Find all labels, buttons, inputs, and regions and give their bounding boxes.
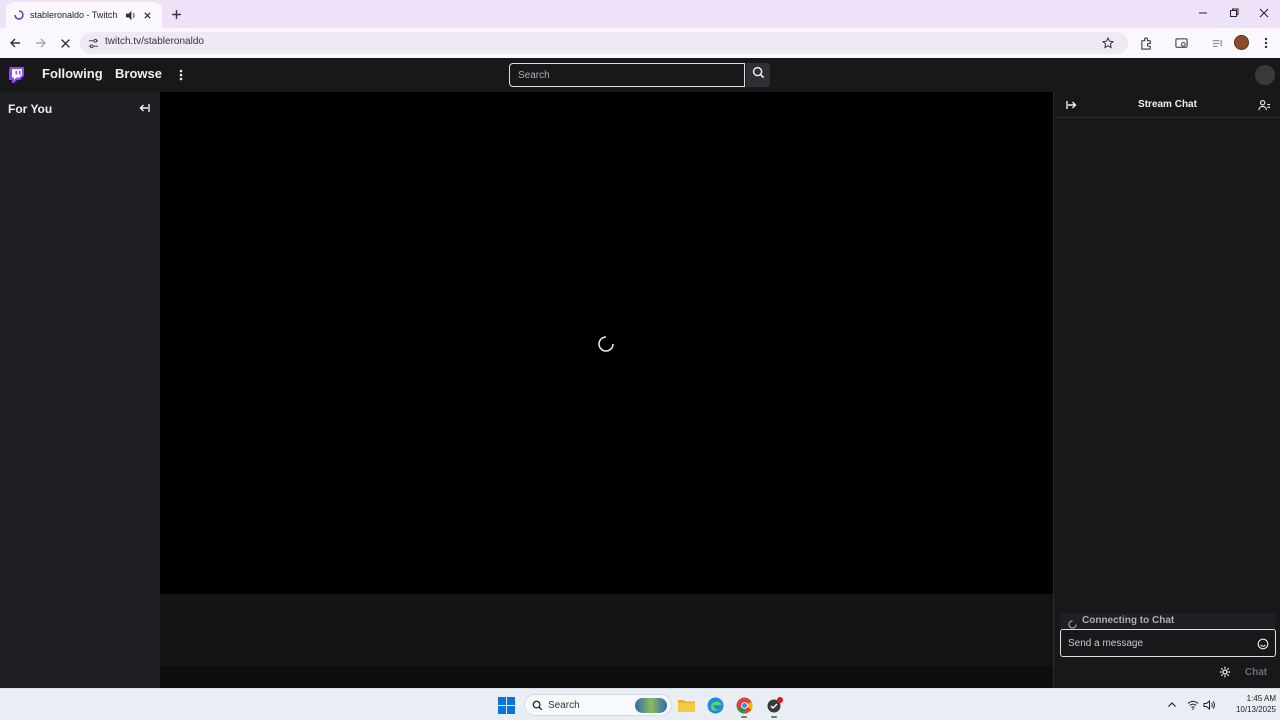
address-bar[interactable]: twitch.tv/stableronaldo bbox=[80, 32, 1128, 54]
gear-icon[interactable] bbox=[1217, 664, 1233, 680]
nav-browse[interactable]: Browse bbox=[115, 66, 162, 81]
file-explorer-icon[interactable] bbox=[676, 695, 696, 715]
browser-tab-active[interactable]: stableronaldo - Twitch bbox=[6, 2, 162, 28]
search-highlight-thumbnail bbox=[635, 698, 667, 713]
windows-taskbar: Search 1:45 AM 10/13/2025 bbox=[0, 688, 1280, 720]
chat-input-placeholder: Send a message bbox=[1068, 638, 1144, 649]
chevron-up-icon[interactable] bbox=[1165, 698, 1179, 712]
browser-toolbar: twitch.tv/stableronaldo bbox=[0, 28, 1280, 58]
url-text: twitch.tv/stableronaldo bbox=[105, 36, 204, 47]
close-window-button[interactable] bbox=[1249, 4, 1279, 22]
minimize-button[interactable] bbox=[1188, 4, 1218, 22]
search-icon bbox=[752, 66, 765, 84]
twitch-top-nav: Following Browse Search bbox=[0, 58, 1280, 92]
loading-spinner bbox=[1068, 616, 1077, 629]
app-notification-icon[interactable] bbox=[764, 695, 784, 715]
forward-button[interactable] bbox=[32, 34, 50, 52]
nav-following[interactable]: Following bbox=[42, 66, 103, 81]
collapse-left-icon[interactable] bbox=[136, 100, 152, 116]
site-info-icon[interactable] bbox=[86, 36, 100, 50]
search-placeholder: Search bbox=[518, 70, 550, 81]
twitch-logo[interactable] bbox=[8, 66, 25, 84]
new-tab-button[interactable] bbox=[168, 6, 184, 22]
search-icon bbox=[531, 699, 544, 712]
twitch-search-input[interactable]: Search bbox=[509, 63, 745, 87]
user-avatar[interactable] bbox=[1255, 65, 1275, 85]
chat-header: Stream Chat bbox=[1054, 92, 1280, 118]
chat-status-text: Connecting to Chat bbox=[1082, 615, 1175, 626]
taskbar-search[interactable]: Search bbox=[524, 694, 672, 716]
profile-avatar[interactable] bbox=[1234, 35, 1249, 50]
windows-start-icon[interactable] bbox=[498, 697, 515, 714]
chat-message-input[interactable]: Send a message bbox=[1060, 629, 1276, 657]
restore-button[interactable] bbox=[1219, 4, 1249, 22]
video-player[interactable] bbox=[160, 92, 1053, 594]
bookmark-star-icon[interactable] bbox=[1100, 35, 1116, 51]
clock-date: 10/13/2025 bbox=[1235, 705, 1276, 714]
cast-search-icon[interactable] bbox=[1172, 34, 1190, 52]
taskbar-search-label: Search bbox=[548, 700, 580, 711]
clock-time: 1:45 AM bbox=[1246, 694, 1276, 703]
extensions-icon[interactable] bbox=[1137, 34, 1155, 52]
emote-icon[interactable] bbox=[1256, 637, 1269, 650]
edge-browser-icon[interactable] bbox=[705, 695, 725, 715]
loading-spinner bbox=[597, 335, 615, 353]
browser-menu-icon[interactable] bbox=[1257, 34, 1275, 52]
loading-favicon-icon bbox=[14, 10, 24, 20]
taskbar-clock[interactable]: 1:45 AM 10/13/2025 bbox=[1222, 693, 1276, 715]
community-icon[interactable] bbox=[1256, 97, 1272, 113]
search-button[interactable] bbox=[746, 63, 770, 87]
tab-title: stableronaldo - Twitch bbox=[30, 10, 118, 20]
speaker-icon[interactable] bbox=[123, 8, 137, 22]
back-button[interactable] bbox=[6, 34, 24, 52]
more-vertical-icon[interactable] bbox=[174, 67, 188, 83]
media-controls-icon[interactable] bbox=[1208, 34, 1226, 52]
browser-tab-strip: stableronaldo - Twitch bbox=[0, 0, 1280, 28]
sidebar-heading: For You bbox=[8, 102, 53, 116]
chrome-browser-icon[interactable] bbox=[734, 695, 754, 715]
wifi-icon[interactable] bbox=[1186, 698, 1200, 712]
channel-info-bar bbox=[160, 594, 1053, 666]
volume-icon[interactable] bbox=[1202, 698, 1216, 712]
chat-connecting-status: Connecting to Chat bbox=[1060, 613, 1276, 629]
chat-title: Stream Chat bbox=[1138, 99, 1197, 110]
below-player-area bbox=[160, 666, 1053, 688]
chrome-active-indicator bbox=[741, 716, 747, 718]
stop-loading-button[interactable] bbox=[56, 34, 74, 52]
chat-send-button[interactable]: Chat bbox=[1237, 664, 1275, 681]
app-active-indicator bbox=[771, 716, 777, 718]
close-tab-icon[interactable] bbox=[140, 8, 154, 22]
left-sidebar: For You bbox=[0, 92, 160, 688]
chat-panel: Stream Chat Connecting to Chat Send a me… bbox=[1053, 92, 1280, 688]
